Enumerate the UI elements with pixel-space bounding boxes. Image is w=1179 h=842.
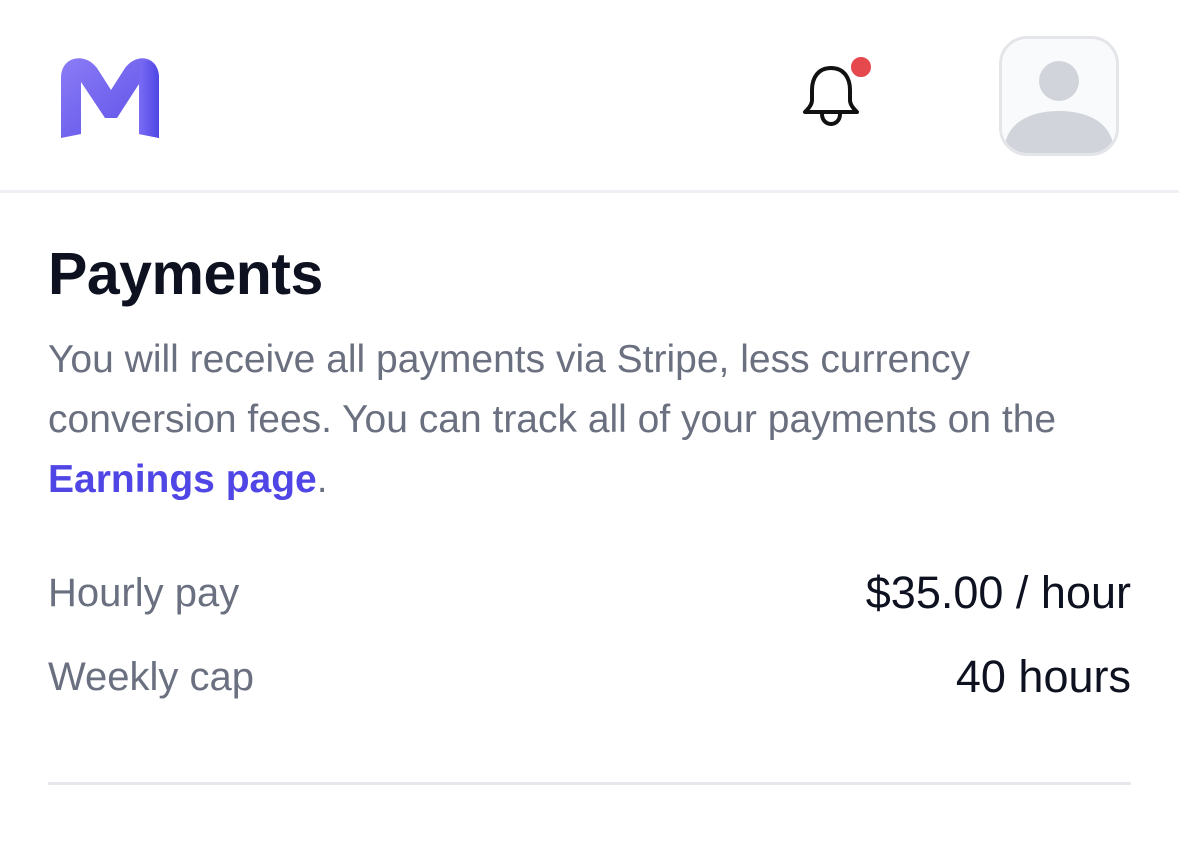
section-divider	[48, 782, 1131, 785]
earnings-page-link[interactable]: Earnings page	[48, 458, 317, 501]
description-end: .	[316, 458, 328, 501]
m-logo-icon[interactable]	[55, 50, 163, 142]
top-header	[0, 0, 1179, 193]
hourly-pay-label: Hourly pay	[48, 570, 240, 615]
payments-description: You will receive all payments via Stripe…	[48, 330, 1131, 510]
weekly-cap-label: Weekly cap	[48, 654, 255, 699]
weekly-cap-value: 40 hours	[955, 651, 1131, 702]
user-avatar-icon	[1002, 39, 1116, 153]
weekly-cap-row: Weekly cap 40 hours	[48, 647, 1131, 707]
description-text: You will receive all payments via Stripe…	[48, 338, 1057, 441]
hourly-pay-row: Hourly pay $35.00 / hour	[48, 563, 1131, 623]
payments-section: Payments You will receive all payments v…	[48, 238, 1131, 510]
page-title: Payments	[48, 241, 323, 307]
user-avatar-button[interactable]	[999, 36, 1119, 156]
notification-badge	[848, 54, 874, 80]
hourly-pay-value: $35.00 / hour	[865, 567, 1131, 618]
